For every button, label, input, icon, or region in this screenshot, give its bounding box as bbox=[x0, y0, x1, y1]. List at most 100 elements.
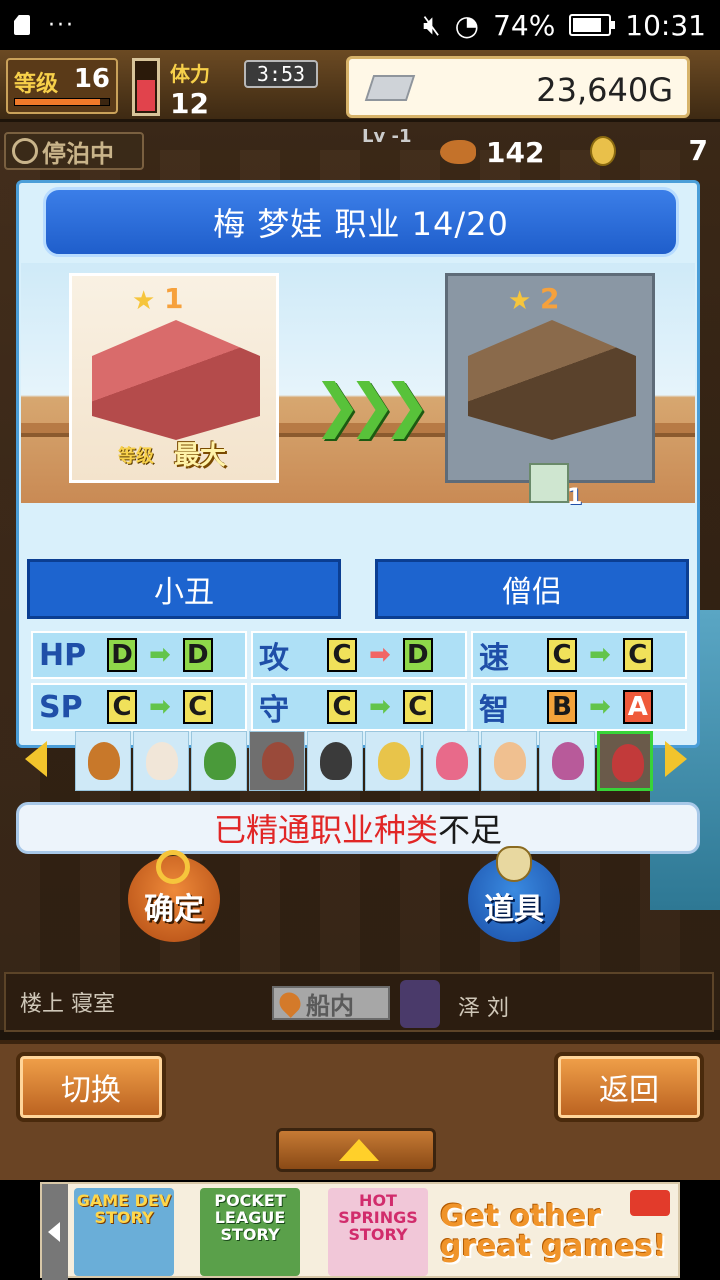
job-portrait[interactable] bbox=[75, 731, 131, 791]
dialog-title-bar: 梅 梦娃 职业 14/20 bbox=[43, 187, 679, 257]
stat-from-grade: C bbox=[327, 638, 357, 672]
ship-level: Lv -1 bbox=[362, 126, 412, 147]
moor-status-button[interactable]: 停泊中 bbox=[4, 132, 144, 170]
stat-name: 速 bbox=[479, 641, 509, 676]
stat-to-grade: D bbox=[182, 638, 213, 672]
stat-name: HP bbox=[39, 637, 87, 673]
expand-menu-button[interactable] bbox=[276, 1128, 436, 1172]
silver-bar-icon bbox=[364, 75, 416, 101]
target-job-label: 僧侣 bbox=[502, 575, 562, 610]
job-portrait[interactable] bbox=[249, 731, 305, 791]
stat-from-grade: D bbox=[107, 638, 137, 672]
bag-icon bbox=[496, 846, 532, 882]
next-job-arrow[interactable] bbox=[665, 741, 687, 777]
confirm-button[interactable]: 确定 bbox=[128, 850, 220, 942]
star-icon: ★ bbox=[132, 286, 156, 316]
game-screen: 等级 16 体力 12 3:53 23,640G 停泊中 Lv -1 142 7 bbox=[0, 50, 720, 1180]
job-change-dialog: 梅 梦娃 职业 14/20 ★ 1 等级 最大 ❯❯❯ ★ 2 1 小丑 僧侣 … bbox=[16, 180, 700, 791]
food-value: 142 bbox=[486, 135, 545, 169]
stamina-label: 体力 bbox=[170, 62, 210, 86]
switch-button[interactable]: 切换 bbox=[16, 1052, 166, 1122]
ad-game-title: POCKET LEAGUE STORY bbox=[214, 1191, 286, 1244]
wifi-icon: ◔ bbox=[454, 8, 480, 42]
ad-return-icon[interactable] bbox=[630, 1190, 670, 1216]
stamina-gauge bbox=[132, 58, 160, 116]
sim-card-icon bbox=[14, 15, 30, 35]
arrow-right-icon: ➡ bbox=[149, 640, 171, 670]
switch-label: 切换 bbox=[61, 1073, 121, 1108]
player-level-box[interactable]: 等级 16 bbox=[6, 58, 118, 114]
gold-display[interactable]: 23,640G bbox=[346, 56, 690, 118]
ad-pocket-league-story[interactable]: POCKET LEAGUE STORY bbox=[200, 1188, 300, 1276]
medal-icon bbox=[590, 136, 616, 166]
stat-intelligence: 智 B ➡ A bbox=[471, 683, 687, 731]
stat-from-grade: C bbox=[107, 690, 137, 724]
battery-percent: 74% bbox=[493, 8, 556, 42]
job-portrait[interactable] bbox=[365, 731, 421, 791]
stat-sp: SP C ➡ C bbox=[31, 683, 247, 731]
battery-icon bbox=[569, 14, 616, 36]
ship-status-row: 停泊中 Lv -1 142 7 bbox=[0, 126, 720, 174]
next-room-card: ★ 2 bbox=[445, 273, 655, 483]
arrow-right-icon: ➡ bbox=[589, 692, 611, 722]
job-portrait[interactable] bbox=[539, 731, 595, 791]
level-label: 等级 bbox=[14, 72, 59, 97]
job-portrait-selected[interactable] bbox=[597, 731, 653, 791]
map-pin-icon bbox=[275, 988, 305, 1018]
ad-game-dev-story[interactable]: GAME DEV STORY bbox=[74, 1188, 174, 1276]
timer: 3:53 bbox=[244, 60, 318, 88]
current-job-button[interactable]: 小丑 bbox=[27, 559, 341, 619]
confirm-label: 确定 bbox=[144, 892, 204, 927]
ad-game-title: HOT SPRINGS STORY bbox=[338, 1191, 418, 1244]
items-label: 道具 bbox=[484, 892, 544, 927]
stat-to-grade: C bbox=[402, 690, 433, 724]
room-preview-scene: ★ 1 等级 最大 ❯❯❯ ★ 2 1 bbox=[21, 263, 695, 510]
stat-from-grade: C bbox=[547, 638, 577, 672]
room-info-bar: 楼上 寝室 船内 泽 刘 bbox=[4, 972, 714, 1032]
bottom-panel: 切换 返回 bbox=[0, 1040, 720, 1180]
back-label: 返回 bbox=[599, 1073, 659, 1108]
previous-job-arrow[interactable] bbox=[25, 741, 47, 777]
ad-prev-icon[interactable] bbox=[42, 1184, 68, 1280]
arrow-right-icon: ➡ bbox=[589, 640, 611, 670]
current-job-label: 小丑 bbox=[154, 575, 214, 610]
ship-interior-tag[interactable]: 船内 bbox=[272, 986, 390, 1020]
room-location: 楼上 寝室 bbox=[20, 992, 115, 1017]
ad-banner[interactable]: GAME DEV STORY POCKET LEAGUE STORY HOT S… bbox=[0, 1180, 720, 1280]
arrow-right-icon: ➡ bbox=[149, 692, 171, 722]
job-portrait[interactable] bbox=[133, 731, 189, 791]
current-room-card: ★ 1 等级 最大 bbox=[69, 273, 279, 483]
ad-game-title: GAME DEV STORY bbox=[76, 1191, 172, 1227]
stat-to-grade: C bbox=[182, 690, 213, 724]
job-portrait[interactable] bbox=[307, 731, 363, 791]
stat-name: 智 bbox=[479, 693, 509, 728]
job-portrait[interactable] bbox=[423, 731, 479, 791]
target-job-button[interactable]: 僧侣 bbox=[375, 559, 689, 619]
character-name: 泽 刘 bbox=[458, 996, 509, 1021]
ship-tag-label: 船内 bbox=[306, 991, 354, 1020]
moor-status-label: 停泊中 bbox=[42, 139, 114, 168]
stat-comparison-grid: HP D ➡ D 攻 C ➡ D 速 C ➡ C SP C ➡ C 守 C ➡ … bbox=[31, 631, 687, 731]
stamina-value: 12 bbox=[170, 87, 209, 120]
food-counter: 142 bbox=[440, 134, 590, 170]
stat-name: 守 bbox=[259, 693, 289, 728]
stat-to-grade: A bbox=[622, 690, 653, 724]
items-button[interactable]: 道具 bbox=[468, 846, 560, 942]
job-portrait[interactable] bbox=[191, 731, 247, 791]
stat-name: 攻 bbox=[259, 641, 289, 676]
arrow-up-icon bbox=[339, 1139, 379, 1161]
back-button[interactable]: 返回 bbox=[554, 1052, 704, 1122]
more-notifications-icon: ··· bbox=[48, 12, 75, 38]
ad-cta-line2: great games! bbox=[440, 1229, 667, 1264]
stat-defense: 守 C ➡ C bbox=[251, 683, 467, 731]
ad-content[interactable]: GAME DEV STORY POCKET LEAGUE STORY HOT S… bbox=[40, 1182, 680, 1280]
job-portraits bbox=[75, 731, 653, 791]
required-item-count: 1 bbox=[567, 485, 583, 510]
room-level-label: 等级 bbox=[118, 446, 154, 467]
job-portrait[interactable] bbox=[481, 731, 537, 791]
ad-hot-springs-story[interactable]: HOT SPRINGS STORY bbox=[328, 1188, 428, 1276]
medal-value: 7 bbox=[688, 134, 708, 167]
stat-attack: 攻 C ➡ D bbox=[251, 631, 467, 679]
stat-name: SP bbox=[39, 689, 83, 725]
warning-message: 已精通职业种类 不足 bbox=[16, 802, 700, 854]
